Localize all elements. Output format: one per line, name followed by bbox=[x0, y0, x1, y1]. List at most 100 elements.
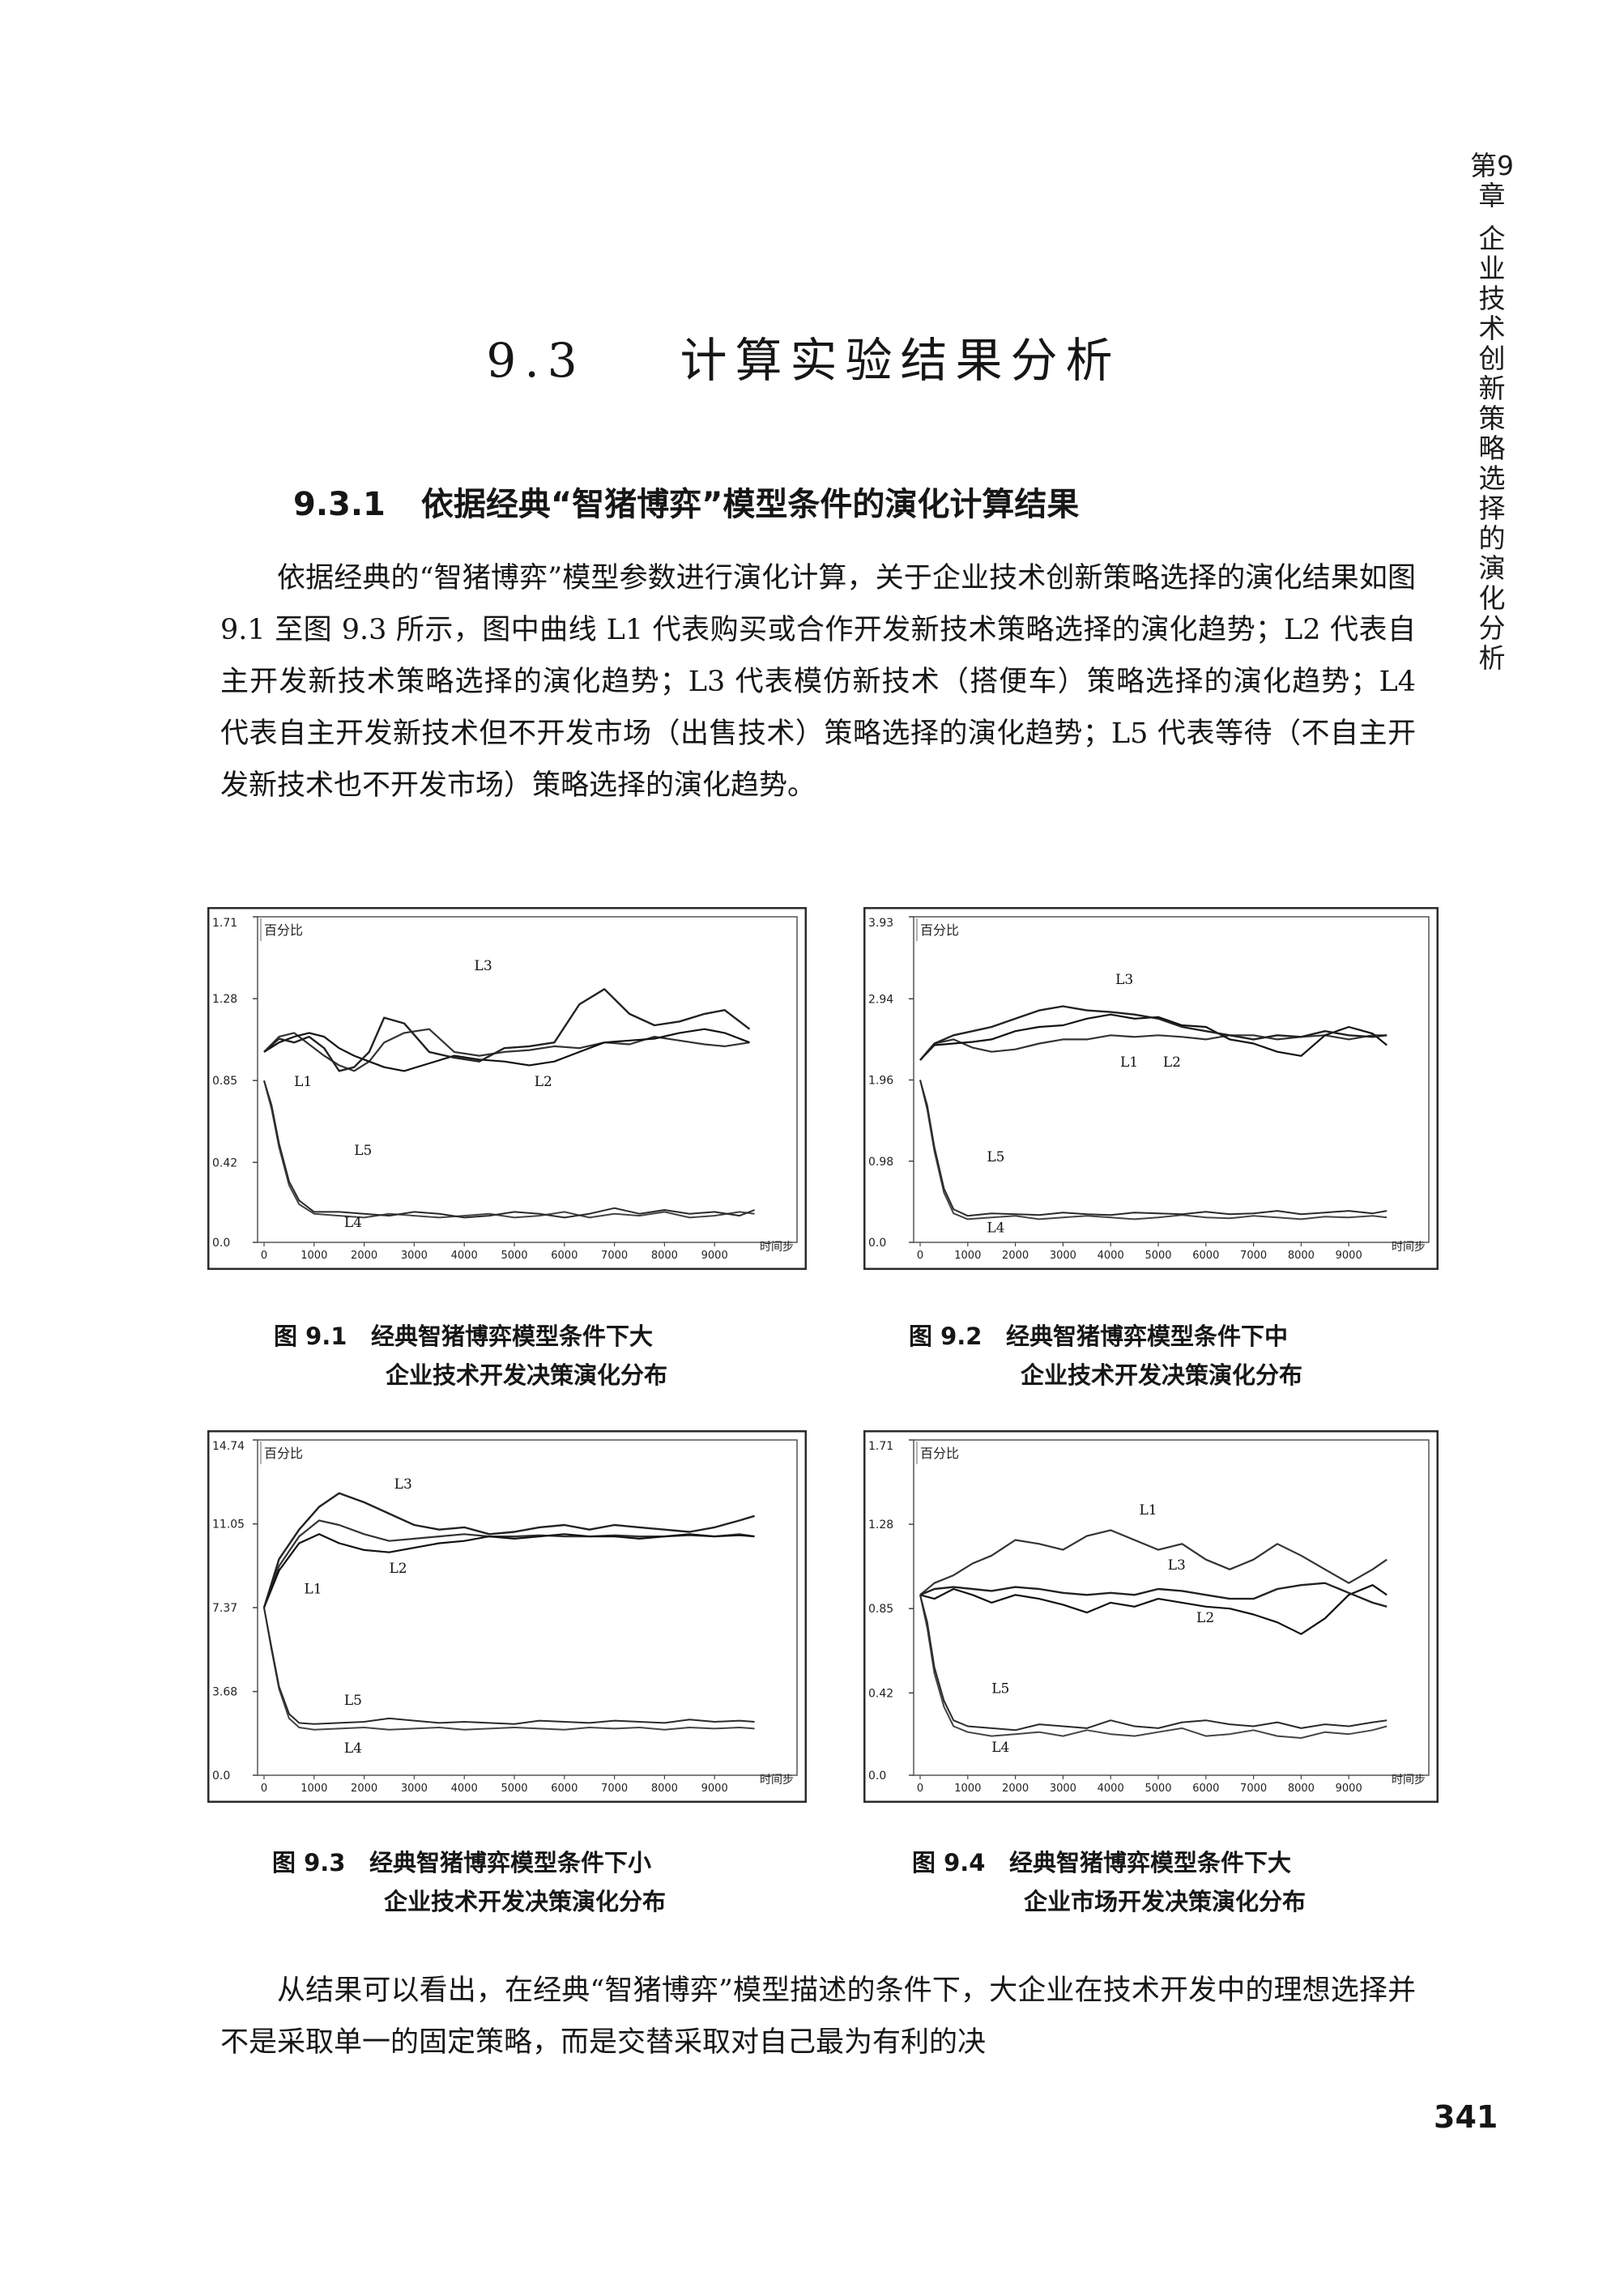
x-tick-label: 5000 bbox=[501, 1250, 527, 1262]
y-axis-title: 百分比 bbox=[264, 1446, 303, 1461]
x-tick-label: 1000 bbox=[954, 1783, 981, 1795]
chart-frame bbox=[207, 1430, 807, 1803]
y-tick-label: 0.0 bbox=[212, 1237, 230, 1250]
x-tick-label: 8000 bbox=[1288, 1783, 1315, 1795]
y-tick-label: 0.98 bbox=[868, 1156, 893, 1169]
caption-line-2: 企业技术开发决策演化分布 bbox=[384, 1888, 667, 1915]
chart-9-2: 3.93 2.94 1.96 0.98 0.0 0 1000 2000 3000 4000 5000… bbox=[863, 907, 1439, 1270]
series-label-l3: L3 bbox=[394, 1476, 412, 1493]
x-tick-label: 9000 bbox=[1336, 1783, 1362, 1795]
series-label-l5: L5 bbox=[987, 1149, 1004, 1165]
y-tick-label: 3.68 bbox=[212, 1686, 237, 1699]
caption-9-4: 图 9.4 经典智猪博弈模型条件下大 企业市场开发决策演化分布 bbox=[912, 1843, 1306, 1921]
x-tick-label: 8000 bbox=[1288, 1250, 1315, 1262]
x-tick-label: 2000 bbox=[1002, 1250, 1029, 1262]
x-tick-label: 5000 bbox=[1145, 1250, 1171, 1262]
y-tick-label: 0.42 bbox=[212, 1157, 237, 1169]
series-label-l5: L5 bbox=[991, 1680, 1009, 1697]
caption-figure-number: 图 9.4 bbox=[912, 1849, 986, 1876]
x-tick-label: 2000 bbox=[351, 1250, 377, 1262]
y-tick-label: 7.37 bbox=[212, 1602, 237, 1615]
series-label-l4: L4 bbox=[987, 1220, 1004, 1237]
series-label-l2: L2 bbox=[1163, 1054, 1181, 1071]
figure-9-3: 14.74 11.05 7.37 3.68 0.0 0 1000 2000 3000 4000 50… bbox=[207, 1430, 807, 1803]
x-axis-title: 时间步 bbox=[760, 1241, 794, 1254]
section-title-text: 计算实验结果分析 bbox=[680, 333, 1121, 388]
figure-9-4: 1.71 1.28 0.85 0.42 0.0 0 1000 2000 3000 4000 5000… bbox=[863, 1430, 1439, 1803]
caption-line-2: 企业技术开发决策演化分布 bbox=[1021, 1361, 1303, 1389]
y-tick-label: 14.74 bbox=[212, 1440, 245, 1453]
caption-figure-number: 图 9.1 bbox=[274, 1323, 347, 1350]
series-label-l3: L3 bbox=[1168, 1557, 1186, 1574]
y-tick-label: 1.71 bbox=[868, 1440, 893, 1453]
x-tick-label: 6000 bbox=[551, 1783, 578, 1795]
y-tick-label: 0.0 bbox=[868, 1770, 886, 1783]
chart-frame bbox=[863, 1430, 1439, 1803]
x-tick-label: 0 bbox=[917, 1783, 923, 1795]
series-label-l1: L1 bbox=[294, 1074, 312, 1090]
x-tick-label: 2000 bbox=[351, 1783, 377, 1795]
chapter-title: 企业技术创新策略选择的演化分析 bbox=[1478, 223, 1506, 674]
series-label-l5: L5 bbox=[354, 1143, 372, 1159]
chart-frame bbox=[863, 907, 1439, 1270]
x-tick-label: 6000 bbox=[551, 1250, 578, 1262]
series-label-l4: L4 bbox=[344, 1740, 362, 1757]
y-tick-label: 11.05 bbox=[212, 1519, 245, 1531]
series-label-l3: L3 bbox=[1115, 972, 1133, 988]
subsection-number: 9.3.1 bbox=[293, 486, 386, 523]
paragraph-intro: 依据经典的“智猪博弈”模型参数进行演化计算，关于企业技术创新策略选择的演化结果如… bbox=[220, 562, 1416, 802]
x-tick-label: 4000 bbox=[451, 1783, 478, 1795]
y-tick-label: 0.85 bbox=[212, 1075, 237, 1088]
subsection-title-text: 依据经典“智猪博弈”模型条件的演化计算结果 bbox=[420, 486, 1080, 523]
caption-9-3: 图 9.3 经典智猪博弈模型条件下小 企业技术开发决策演化分布 bbox=[272, 1843, 666, 1921]
caption-line-1: 经典智猪博弈模型条件下大 bbox=[371, 1323, 654, 1350]
paragraph-conclusion: 从结果可以看出，在经典“智猪博弈”模型描述的条件下，大企业在技术开发中的理想选择… bbox=[220, 1974, 1416, 2059]
series-label-l4: L4 bbox=[344, 1215, 362, 1231]
series-label-l1: L1 bbox=[1120, 1054, 1138, 1071]
caption-figure-number: 图 9.3 bbox=[272, 1849, 346, 1876]
x-axis-title: 时间步 bbox=[1392, 1774, 1426, 1787]
y-axis-title: 百分比 bbox=[264, 922, 303, 938]
x-tick-label: 3000 bbox=[1050, 1250, 1076, 1262]
y-axis-title: 百分比 bbox=[920, 922, 959, 938]
y-tick-label: 0.0 bbox=[868, 1237, 886, 1250]
x-tick-label: 3000 bbox=[1050, 1783, 1076, 1795]
x-tick-label: 8000 bbox=[651, 1783, 678, 1795]
x-tick-label: 0 bbox=[261, 1250, 267, 1262]
page-number: 341 bbox=[1434, 2099, 1498, 2135]
x-axis-title: 时间步 bbox=[1392, 1241, 1426, 1254]
y-tick-label: 3.93 bbox=[868, 917, 893, 930]
chart-9-3: 14.74 11.05 7.37 3.68 0.0 0 1000 2000 3000 4000 50… bbox=[207, 1430, 807, 1803]
x-tick-label: 0 bbox=[261, 1783, 267, 1795]
series-label-l3: L3 bbox=[475, 958, 492, 974]
series-label-l2: L2 bbox=[390, 1561, 407, 1577]
x-tick-label: 1000 bbox=[954, 1250, 981, 1262]
caption-line-1: 经典智猪博弈模型条件下大 bbox=[1009, 1849, 1292, 1876]
x-axis-title: 时间步 bbox=[760, 1774, 794, 1787]
series-label-l1: L1 bbox=[304, 1581, 322, 1597]
x-tick-label: 8000 bbox=[651, 1250, 678, 1262]
y-tick-label: 0.0 bbox=[212, 1770, 230, 1783]
x-tick-label: 4000 bbox=[451, 1250, 478, 1262]
x-tick-label: 9000 bbox=[701, 1783, 728, 1795]
x-tick-label: 6000 bbox=[1192, 1783, 1219, 1795]
x-tick-label: 3000 bbox=[401, 1783, 428, 1795]
chapter-number: 第9章 bbox=[1470, 150, 1514, 211]
caption-line-1: 经典智猪博弈模型条件下中 bbox=[1006, 1323, 1289, 1350]
figure-9-1: 1.71 1.28 0.85 0.42 0.0 0 1000 2000 3000 4000 5000… bbox=[207, 907, 807, 1270]
section-title: 9.3 计算实验结果分析 bbox=[0, 322, 1607, 390]
x-tick-label: 5000 bbox=[1145, 1783, 1171, 1795]
caption-9-1: 图 9.1 经典智猪博弈模型条件下大 企业技术开发决策演化分布 bbox=[274, 1317, 667, 1395]
x-tick-label: 2000 bbox=[1002, 1783, 1029, 1795]
subsection-title: 9.3.1 依据经典“智猪博弈”模型条件的演化计算结果 bbox=[293, 478, 1079, 525]
x-tick-label: 1000 bbox=[301, 1250, 327, 1262]
y-tick-label: 1.28 bbox=[868, 1519, 893, 1531]
section-number: 9.3 bbox=[486, 333, 586, 388]
x-tick-label: 7000 bbox=[601, 1783, 628, 1795]
x-tick-label: 9000 bbox=[701, 1250, 728, 1262]
series-label-l5: L5 bbox=[344, 1693, 362, 1709]
y-tick-label: 0.85 bbox=[868, 1603, 893, 1616]
caption-line-2: 企业技术开发决策演化分布 bbox=[386, 1361, 668, 1389]
y-tick-label: 1.96 bbox=[868, 1075, 893, 1088]
x-tick-label: 6000 bbox=[1192, 1250, 1219, 1262]
